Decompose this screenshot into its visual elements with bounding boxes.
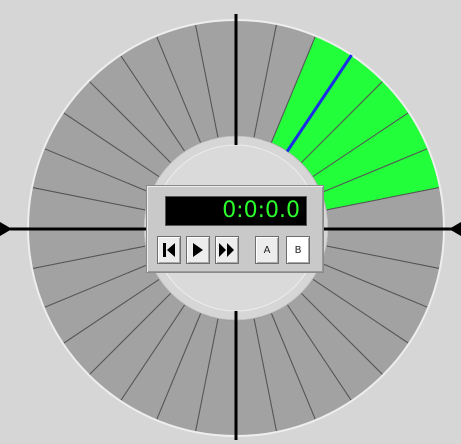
time-display: 0:0:0.0 <box>165 196 307 226</box>
play-icon <box>193 243 203 257</box>
fast-forward-button[interactable] <box>215 236 239 264</box>
b-button-label: B <box>294 244 302 256</box>
transport-panel: 0:0:0.0 A B <box>146 185 324 273</box>
left-arrow-marker <box>0 222 12 236</box>
fast-forward-icon <box>219 243 234 257</box>
a-button-label: A <box>263 244 271 256</box>
skip-to-start-icon <box>163 243 175 257</box>
a-button[interactable]: A <box>255 236 279 264</box>
right-arrow-marker <box>449 222 461 236</box>
play-button[interactable] <box>186 236 210 264</box>
rewind-button[interactable] <box>157 236 181 264</box>
b-button[interactable]: B <box>286 236 310 264</box>
